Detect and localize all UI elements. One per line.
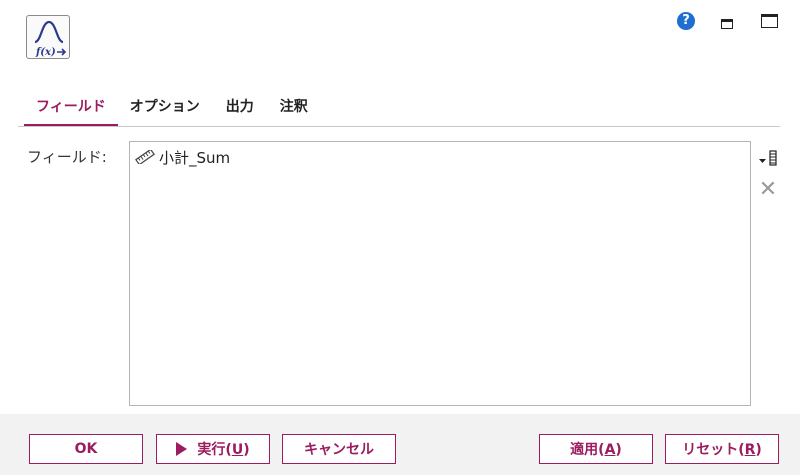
fields-label: フィールド: [27,148,107,166]
run-button[interactable]: 実行(U) [156,434,270,464]
cancel-label: キャンセル [304,442,374,458]
tab-bar: フィールド オプション 出力 注釈 [24,90,334,126]
tab-divider [18,126,780,127]
play-icon [176,442,188,456]
distribution-function-icon: f(x) [26,15,70,59]
ok-label: OK [74,441,98,457]
list-item[interactable]: 小計_Sum [135,146,745,168]
tab-annotations[interactable]: 注釈 [280,90,308,126]
pick-field-icon[interactable] [757,148,779,168]
continuous-ruler-icon [135,148,155,166]
apply-label: 適用(A) [570,442,622,458]
cancel-button[interactable]: キャンセル [282,434,396,464]
ok-button[interactable]: OK [29,434,143,464]
maximize-icon[interactable] [761,14,778,28]
reset-label: リセット(R) [682,442,762,458]
run-label: 実行(U) [197,442,250,458]
fields-list[interactable]: 小計_Sum [129,141,751,406]
tab-fields[interactable]: フィールド [24,90,118,126]
minimize-icon[interactable] [721,19,733,29]
delete-icon[interactable]: ✕ [757,179,779,201]
reset-button[interactable]: リセット(R) [665,434,779,464]
footer-bar: OK 実行(U) キャンセル 適用(A) リセット(R) [0,414,800,475]
fx-icon-text: f(x) [35,47,56,58]
tab-output[interactable]: 出力 [226,90,254,126]
field-name: 小計_Sum [159,148,231,167]
apply-button[interactable]: 適用(A) [539,434,653,464]
tab-options[interactable]: オプション [130,90,200,126]
help-icon[interactable]: ? [677,12,695,30]
